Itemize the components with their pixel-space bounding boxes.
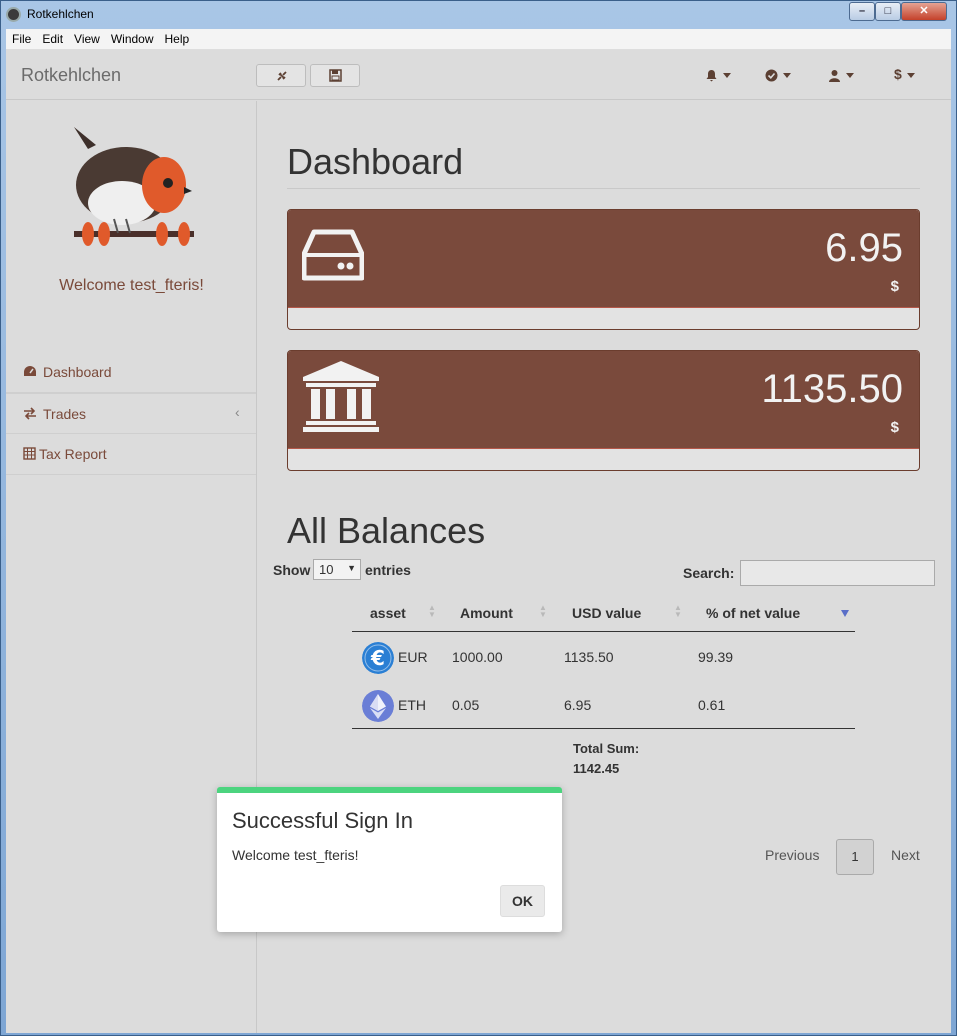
hard-drive-icon: [302, 229, 364, 281]
page-title: Dashboard: [287, 141, 464, 182]
currency-dropdown[interactable]: $: [894, 66, 915, 84]
window-title: Rotkehlchen: [27, 7, 94, 21]
entries-select[interactable]: 10 ▼: [313, 559, 361, 580]
svg-text:€: €: [370, 646, 385, 670]
dropdown-arrow-icon: ▼: [347, 563, 356, 573]
previous-page-button[interactable]: Previous: [765, 847, 819, 863]
check-circle-icon: [765, 69, 778, 82]
sort-icon: ▲ ▼: [539, 603, 547, 619]
panel-currency: $: [890, 278, 899, 295]
title-divider: [287, 188, 920, 189]
amount-cell: 0.05: [452, 697, 480, 713]
total-sum-value: 1142.45: [573, 761, 620, 776]
percent-cell: 0.61: [698, 697, 726, 713]
save-button[interactable]: [310, 64, 360, 87]
robin-logo: [74, 127, 194, 246]
title-bar: Rotkehlchen – □ ✕: [1, 1, 956, 28]
ok-button[interactable]: OK: [500, 885, 545, 917]
search-input[interactable]: [740, 560, 935, 586]
panel-heading: 6.95 $: [288, 210, 919, 308]
menu-window[interactable]: Window: [105, 29, 159, 46]
menu-bar: File Edit View Window Help: [6, 29, 951, 50]
menu-edit[interactable]: Edit: [36, 29, 68, 46]
welcome-message: Welcome test_fteris!: [59, 277, 204, 294]
column-header-usd-value[interactable]: USD value: [572, 605, 641, 621]
fiat-balance-panel: 1135.50 $: [287, 350, 920, 471]
asset-cell: EUR: [398, 649, 428, 665]
amount-cell: 1000.00: [452, 649, 503, 665]
bell-icon: [706, 69, 717, 82]
balances-title: All Balances: [287, 510, 486, 551]
sidebar-item-tax-report[interactable]: Tax Report: [6, 434, 256, 475]
entries-label: entries: [365, 562, 411, 578]
sort-icon: ▲ ▼: [428, 603, 436, 619]
column-header-asset[interactable]: asset: [370, 605, 406, 621]
percent-cell: 99.39: [698, 649, 734, 665]
dashboard-icon: [24, 366, 36, 376]
menu-file[interactable]: File: [6, 29, 36, 46]
exchange-icon: [24, 407, 36, 420]
table-row: ETH 0.05 6.95 0.61: [352, 681, 855, 729]
minimize-button[interactable]: –: [849, 2, 875, 21]
panel-value: 1135.50: [761, 367, 903, 411]
brand-link[interactable]: Rotkehlchen: [21, 65, 121, 86]
bank-icon: [303, 361, 379, 432]
dialog-message: Welcome test_fteris!: [232, 847, 359, 863]
sidebar-item-trades[interactable]: Trades ‹: [6, 393, 256, 434]
tasks-dropdown[interactable]: [765, 66, 791, 84]
sidebar-item-label: Tax Report: [39, 446, 107, 462]
panel-heading: 1135.50 $: [288, 351, 919, 449]
top-navbar: Rotkehlchen $: [6, 50, 951, 100]
user-dropdown[interactable]: [828, 66, 854, 84]
app-icon: [6, 7, 21, 22]
close-window-button[interactable]: ✕: [901, 2, 947, 21]
user-icon: [829, 69, 840, 82]
column-header-amount[interactable]: Amount: [460, 605, 513, 621]
panel-currency: $: [890, 419, 899, 436]
chevron-left-icon: ‹: [235, 404, 240, 420]
sign-in-success-dialog: Successful Sign In Welcome test_fteris! …: [217, 787, 562, 932]
menu-view[interactable]: View: [68, 29, 105, 46]
table-icon: [23, 447, 36, 460]
show-label: Show: [273, 562, 311, 578]
sidebar-item-label: Trades: [43, 406, 87, 422]
table-header: asset ▲ ▼ Amount ▲ ▼ USD value ▲ ▼ % of net…: [352, 594, 855, 632]
euro-coin-icon: €: [362, 642, 394, 674]
table-row: € EUR 1000.00 1135.50 99.39: [352, 633, 855, 681]
dollar-icon: $: [894, 66, 902, 82]
usd-value-cell: 1135.50: [564, 649, 614, 665]
search-label: Search:: [683, 565, 735, 581]
sidebar-item-label: Dashboard: [43, 364, 112, 380]
total-sum-label: Total Sum:: [573, 741, 640, 756]
table-footer-divider: [352, 728, 855, 729]
sidebar-item-dashboard[interactable]: Dashboard: [6, 352, 256, 393]
floppy-icon: [329, 69, 342, 82]
blockchain-balance-panel: 6.95 $: [287, 209, 920, 330]
sort-icon: ▲ ▼: [674, 603, 682, 619]
entries-select-value: 10: [319, 562, 334, 577]
ethereum-coin-icon: [362, 690, 394, 722]
menu-help[interactable]: Help: [159, 29, 195, 46]
column-header-percent[interactable]: % of net value: [706, 605, 800, 621]
next-page-button[interactable]: Next: [891, 847, 920, 863]
connect-button[interactable]: [256, 64, 306, 87]
asset-cell: ETH: [398, 697, 426, 713]
sort-desc-icon: [841, 610, 849, 617]
panel-value: 6.95: [825, 226, 903, 270]
dialog-title: Successful Sign In: [232, 808, 413, 833]
plug-icon: [277, 71, 287, 81]
notifications-dropdown[interactable]: [705, 66, 731, 84]
page-1-button[interactable]: 1: [836, 839, 874, 875]
usd-value-cell: 6.95: [564, 697, 592, 713]
maximize-button[interactable]: □: [875, 2, 901, 21]
